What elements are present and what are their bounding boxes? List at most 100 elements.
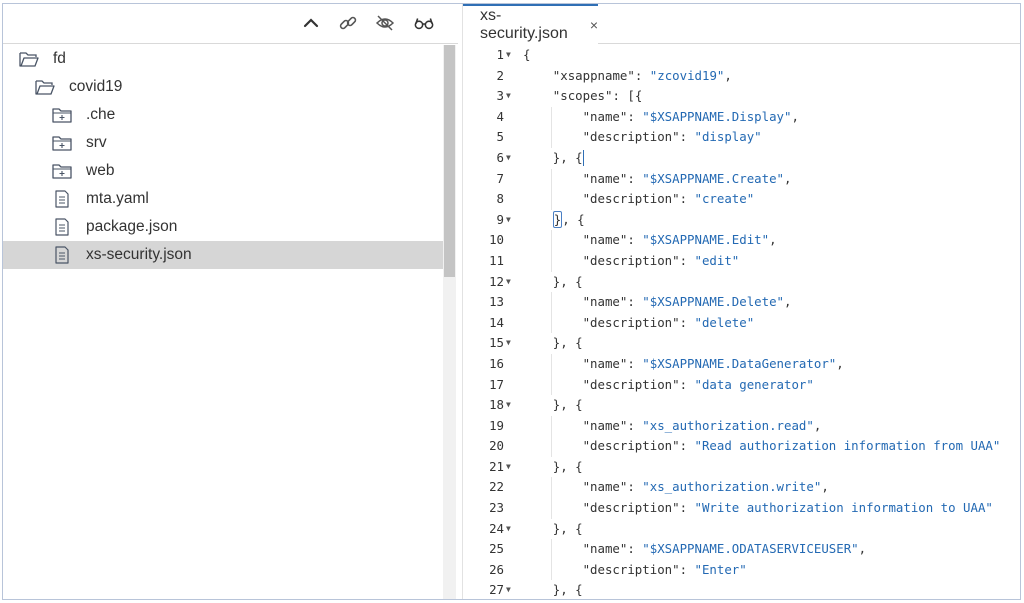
code-token: "name" xyxy=(582,417,628,433)
line-number: 20 xyxy=(489,438,504,454)
fold-arrow-icon[interactable]: ▼ xyxy=(506,580,516,599)
editor-tabbar: xs-security.json × xyxy=(463,4,1020,44)
string-token: "edit" xyxy=(694,252,740,268)
code-line: 18 ▼}, { xyxy=(463,395,1020,416)
code-token: "scopes" xyxy=(552,88,613,104)
code-text: "name": "$XSAPPNAME.Delete", xyxy=(583,292,792,313)
code-token: }, { xyxy=(552,458,583,474)
line-number: 25 xyxy=(489,541,504,557)
line-number: 21 xyxy=(489,458,504,474)
tree-item-label: package.json xyxy=(86,218,178,235)
indent-guide xyxy=(550,353,552,375)
string-token: "$XSAPPNAME.ODATASERVICEUSER" xyxy=(642,541,859,557)
code-text: }, { xyxy=(553,519,583,540)
code-text: }, { xyxy=(553,580,583,599)
code-token: : xyxy=(627,541,643,557)
code-token: : xyxy=(627,294,643,310)
code-text: "description": "delete" xyxy=(583,313,755,334)
file-tree: fd covid19 .che srv web mta.yaml package.json x… xyxy=(3,45,443,269)
tab-xs-security-json[interactable]: xs-security.json × xyxy=(463,4,598,44)
code-token: : xyxy=(679,129,695,145)
fold-arrow-icon[interactable]: ▼ xyxy=(506,210,516,231)
explorer-scrollbar[interactable] xyxy=(443,45,456,599)
code-token: , xyxy=(858,541,867,557)
code-text: "description": "Enter" xyxy=(583,560,747,581)
code-token: : xyxy=(679,314,695,330)
fold-arrow-icon[interactable]: ▼ xyxy=(506,519,516,540)
code-token: : xyxy=(627,355,643,371)
fold-arrow-icon[interactable]: ▼ xyxy=(506,86,516,107)
code-token: }, { xyxy=(552,397,583,413)
line-number: 13 xyxy=(489,294,504,310)
line-number: 14 xyxy=(489,314,504,330)
string-token: "xs_authorization.read" xyxy=(642,417,814,433)
indent-guide xyxy=(550,189,552,210)
code-line: 9 ▼}, { xyxy=(463,210,1020,231)
code-text: "name": "$XSAPPNAME.ODATASERVICEUSER", xyxy=(583,539,867,560)
code-line: 16 "name": "$XSAPPNAME.DataGenerator", xyxy=(463,353,1020,375)
code-token: "description" xyxy=(582,252,680,268)
code-text: }, { xyxy=(552,210,585,231)
indent-guide xyxy=(550,559,552,581)
hide-icon[interactable] xyxy=(374,12,396,34)
code-token: "description" xyxy=(582,129,680,145)
code-token: "description" xyxy=(582,376,680,392)
tree-item[interactable]: srv xyxy=(3,129,443,157)
explorer-scrollbar-thumb[interactable] xyxy=(444,45,455,277)
code-text: }, { xyxy=(553,272,583,293)
code-line: 3 ▼ "scopes": [{ xyxy=(463,86,1020,107)
indent-guide xyxy=(550,168,552,190)
tree-item[interactable]: mta.yaml xyxy=(3,185,443,213)
code-line: 25 "name": "$XSAPPNAME.ODATASERVICEUSER", xyxy=(463,539,1020,560)
tree-item-label: covid19 xyxy=(69,78,123,95)
fold-arrow-icon[interactable]: ▼ xyxy=(506,148,516,169)
tree-item[interactable]: covid19 xyxy=(3,73,443,101)
code-line: 14 "description": "delete" xyxy=(463,312,1020,334)
code-token: }, { xyxy=(552,335,583,351)
string-token: "Enter" xyxy=(694,561,747,577)
tree-item[interactable]: xs-security.json xyxy=(3,241,443,269)
fold-arrow-icon[interactable]: ▼ xyxy=(506,45,516,66)
code-token: "name" xyxy=(582,355,628,371)
code-token: , xyxy=(813,417,822,433)
line-number: 27 xyxy=(489,582,504,598)
code-line: 23 "description": "Write authorization in… xyxy=(463,498,1020,519)
fold-arrow-icon[interactable]: ▼ xyxy=(506,457,516,478)
code-line: 12 ▼}, { xyxy=(463,272,1020,293)
fold-arrow-icon[interactable]: ▼ xyxy=(506,395,516,416)
code-token: "description" xyxy=(582,314,680,330)
indent-guide xyxy=(550,312,552,334)
tree-item[interactable]: web xyxy=(3,157,443,185)
code-token: : xyxy=(679,500,695,516)
code-token: "name" xyxy=(582,108,628,124)
code-area[interactable]: 1 ▼{2 "xsappname": "zcovid19", 3 ▼ "scopes": … xyxy=(463,45,1020,599)
code-token: }, { xyxy=(552,149,583,165)
file-explorer: fd covid19 .che srv web mta.yaml package.json x… xyxy=(3,4,458,599)
code-token: : xyxy=(627,417,643,433)
code-token: "name" xyxy=(582,479,628,495)
code-token: , xyxy=(769,232,777,248)
string-token: "$XSAPPNAME.DataGenerator" xyxy=(642,355,837,371)
line-number: 22 xyxy=(489,479,504,495)
fold-arrow-icon[interactable]: ▼ xyxy=(506,272,516,293)
string-token: "delete" xyxy=(694,314,755,330)
string-token: "xs_authorization.write" xyxy=(642,479,822,495)
line-number: 26 xyxy=(489,561,504,577)
code-token: "description" xyxy=(582,438,680,454)
file-icon xyxy=(52,218,72,236)
ide-window: fd covid19 .che srv web mta.yaml package.json x… xyxy=(2,3,1021,600)
fold-arrow-icon[interactable]: ▼ xyxy=(506,333,516,354)
line-number: 10 xyxy=(489,232,504,248)
tree-item[interactable]: .che xyxy=(3,101,443,129)
tree-item[interactable]: package.json xyxy=(3,213,443,241)
glasses-icon[interactable] xyxy=(413,12,435,34)
close-tab-icon[interactable]: × xyxy=(590,17,598,33)
link-icon[interactable] xyxy=(337,12,359,34)
indent-guide xyxy=(550,127,552,148)
code-text: "description": "create" xyxy=(583,189,755,210)
code-line: 6 ▼}, { xyxy=(463,148,1020,169)
collapse-icon[interactable] xyxy=(300,12,322,34)
code-line: 13 "name": "$XSAPPNAME.Delete", xyxy=(463,292,1020,313)
explorer-toolbar xyxy=(3,4,458,44)
tree-item[interactable]: fd xyxy=(3,45,443,73)
